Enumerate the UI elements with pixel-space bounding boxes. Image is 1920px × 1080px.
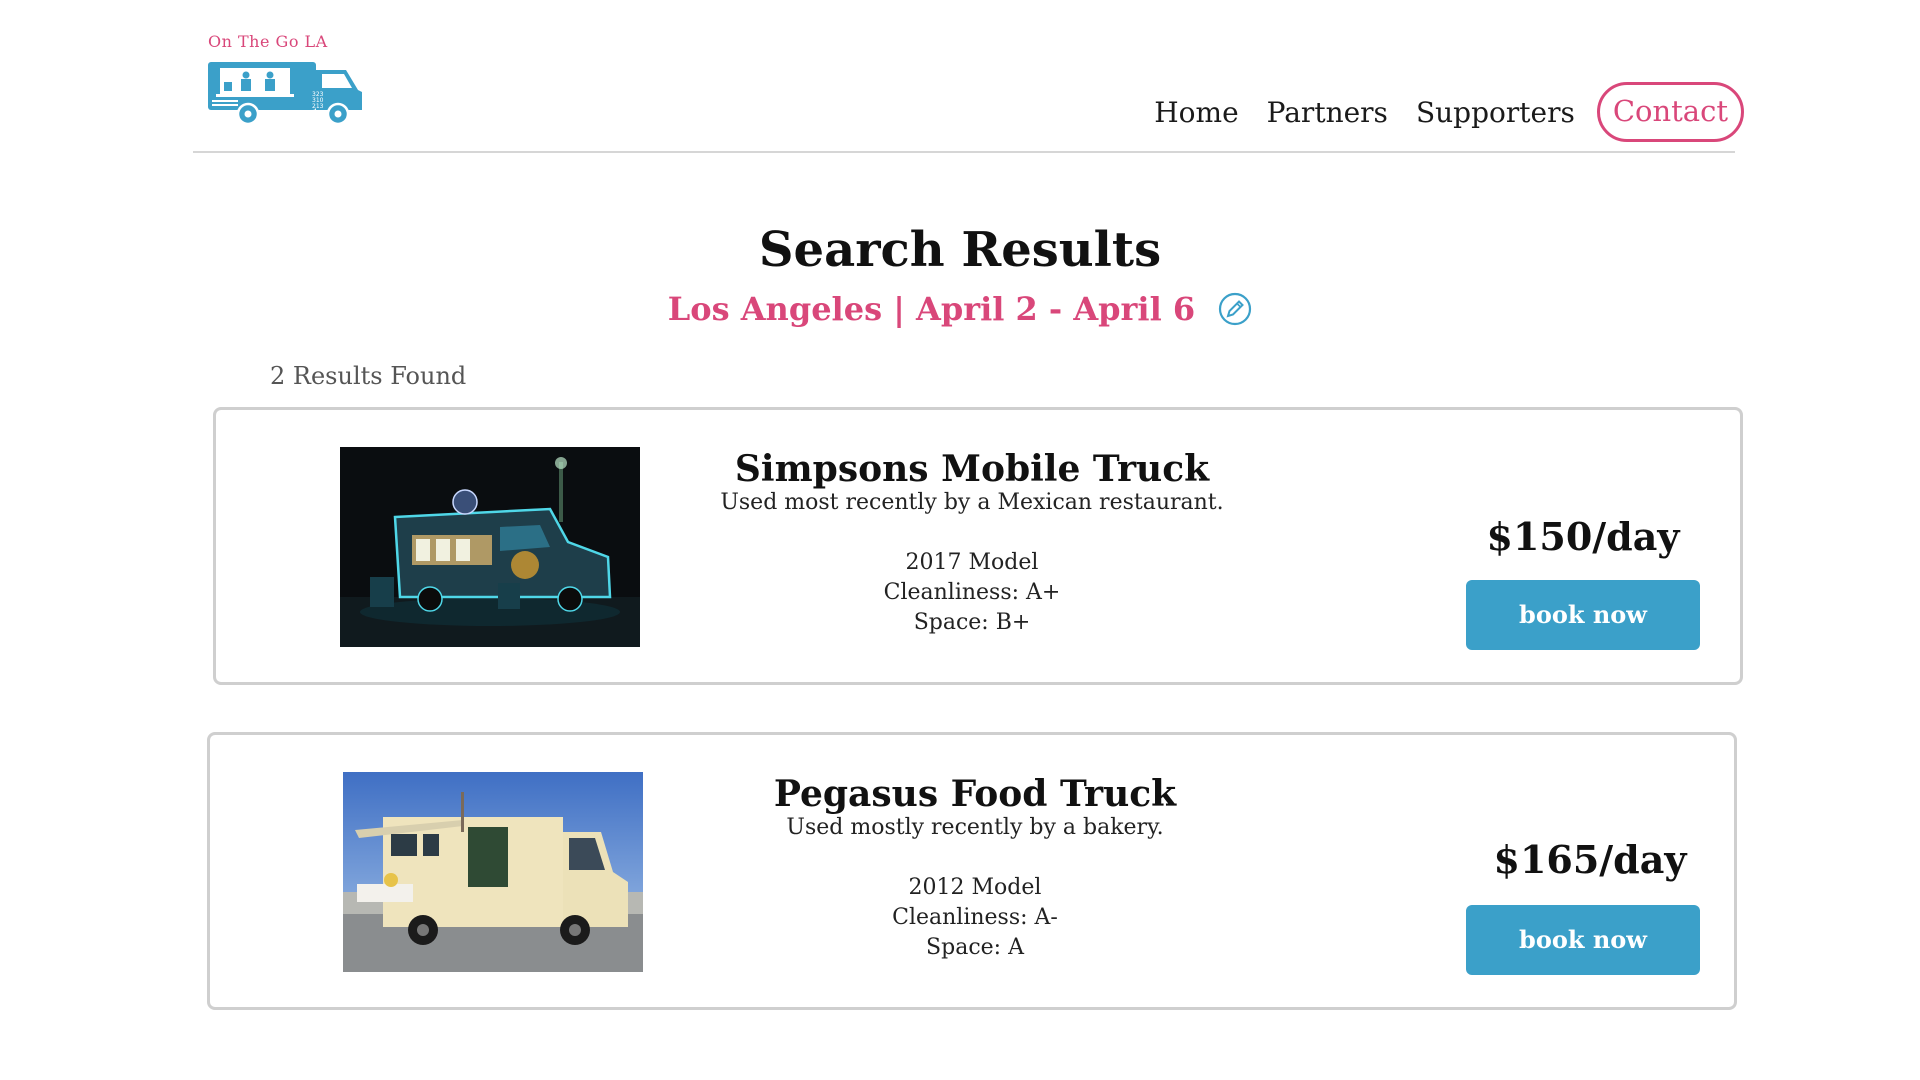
nav-partners[interactable]: Partners <box>1267 96 1388 129</box>
page: On The Go LA 323 310 213 Home Partners S… <box>0 0 1920 1080</box>
truck-specs: 2017 Model Cleanliness: A+ Space: B+ <box>772 548 1172 638</box>
truck-space: Space: A <box>926 935 1024 960</box>
truck-price: $150/day <box>1486 514 1680 559</box>
results-count: 2 Results Found <box>270 362 467 390</box>
truck-photo-image <box>340 447 640 647</box>
truck-cleanliness: Cleanliness: A+ <box>883 580 1061 605</box>
truck-model: 2017 Model <box>905 550 1039 575</box>
truck-name: Pegasus Food Truck <box>773 773 1177 815</box>
book-now-button[interactable]: book now <box>1466 905 1700 975</box>
truck-number-line-3: 213 <box>312 103 324 110</box>
search-summary: Los Angeles | April 2 - April 6 <box>0 290 1920 328</box>
main-nav: Home Partners Supporters Contact <box>1126 82 1744 142</box>
nav-home[interactable]: Home <box>1154 96 1238 129</box>
truck-photo[interactable] <box>343 772 643 972</box>
truck-description: Used most recently by a Mexican restaura… <box>720 490 1224 515</box>
header-divider <box>193 151 1735 153</box>
pencil-icon[interactable] <box>1218 292 1252 326</box>
truck-space: Space: B+ <box>913 610 1031 635</box>
truck-price: $165/day <box>1493 837 1687 882</box>
result-card: Simpsons Mobile Truck Used most recently… <box>213 407 1743 685</box>
nav-contact-button[interactable]: Contact <box>1596 82 1744 142</box>
truck-name: Simpsons Mobile Truck <box>734 448 1210 490</box>
truck-photo-image <box>343 772 643 972</box>
logo-text: On The Go LA <box>208 32 328 51</box>
page-title: Search Results <box>758 222 1162 278</box>
nav-supporters[interactable]: Supporters <box>1416 96 1575 129</box>
truck-model: 2012 Model <box>908 875 1042 900</box>
site-logo[interactable]: On The Go LA 323 310 213 <box>206 30 366 130</box>
result-card: Pegasus Food Truck Used mostly recently … <box>207 732 1737 1010</box>
search-summary-text: Los Angeles | April 2 - April 6 <box>667 290 1196 328</box>
truck-photo[interactable] <box>340 447 640 647</box>
book-now-button[interactable]: book now <box>1466 580 1700 650</box>
truck-specs: 2012 Model Cleanliness: A- Space: A <box>775 873 1175 963</box>
truck-cleanliness: Cleanliness: A- <box>892 905 1058 930</box>
food-truck-logo-icon: 323 310 213 <box>208 62 362 126</box>
truck-description: Used mostly recently by a bakery. <box>786 815 1164 840</box>
